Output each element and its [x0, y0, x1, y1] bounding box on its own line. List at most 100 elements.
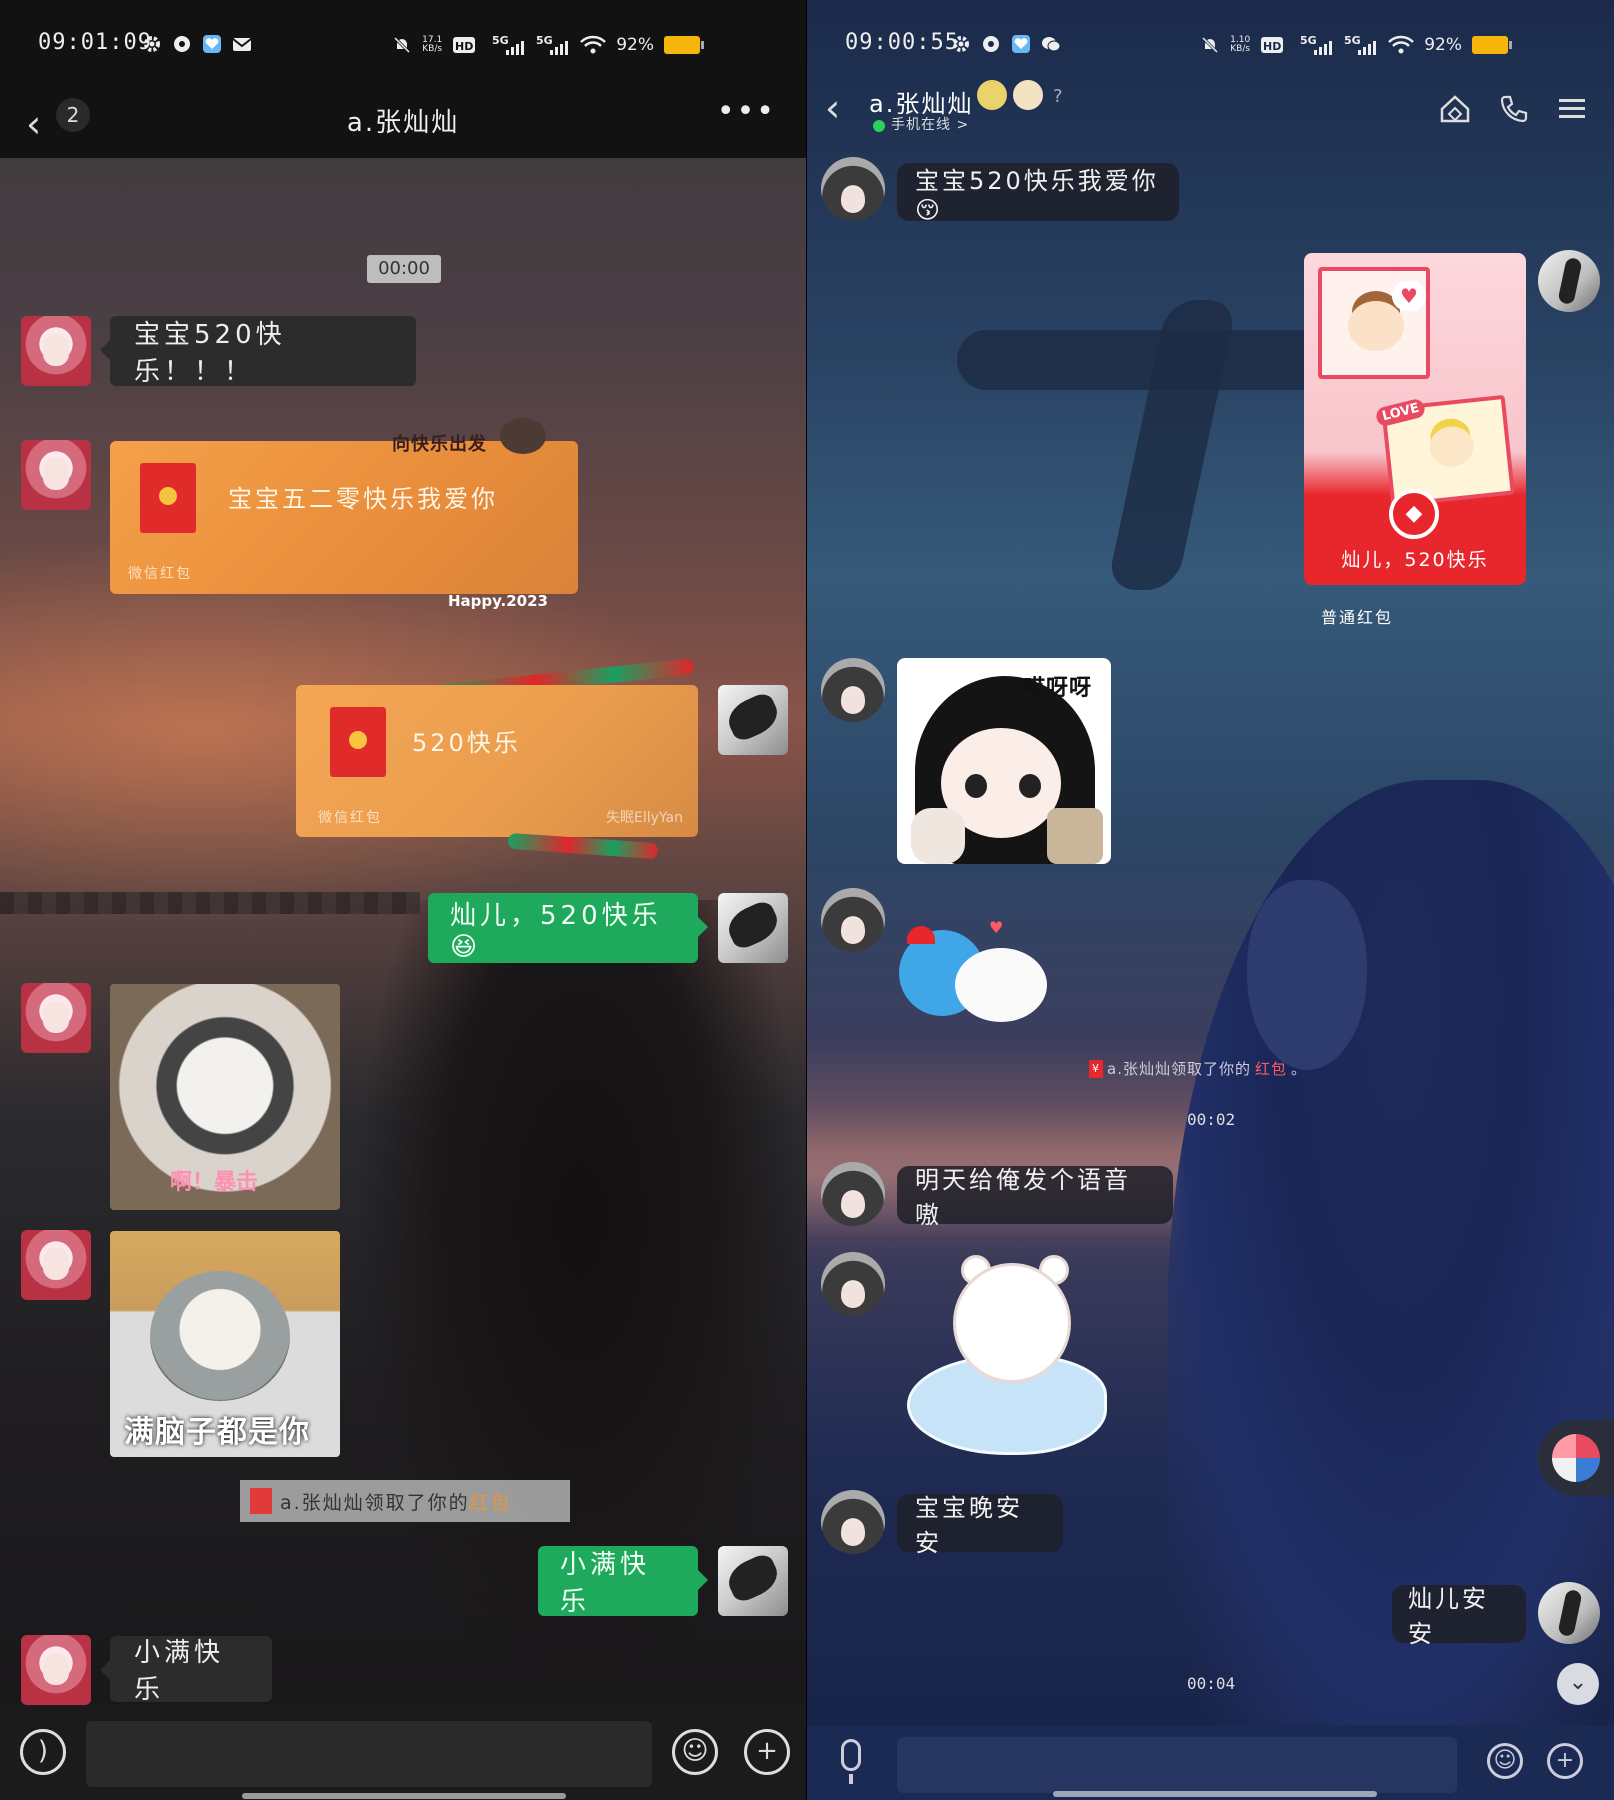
scroll-down-icon[interactable]: ⌄	[1557, 1663, 1599, 1705]
status-left-icons	[951, 34, 1061, 54]
sticker-caption: 啊！暴击	[170, 1170, 259, 1195]
red-packet-received-notice: ¥ a.张灿灿领取了你的 红包。	[1089, 1058, 1307, 1079]
contact-avatar[interactable]	[21, 983, 91, 1053]
widget-icon[interactable]	[1552, 1434, 1600, 1482]
contact-avatar[interactable]	[21, 316, 91, 386]
white-blob-sticker[interactable]	[955, 948, 1047, 1022]
online-status[interactable]: 手机在线 >	[891, 114, 969, 134]
sticker-bear-body	[953, 1263, 1071, 1383]
wifi-icon	[580, 35, 607, 54]
sent-message-bubble[interactable]: 小满快乐	[538, 1546, 708, 1617]
contact-avatar[interactable]	[21, 1635, 91, 1705]
my-avatar[interactable]	[718, 893, 788, 963]
split-screenshot: 09:01:09 17.1 KB/s HD 5G 5G 92% ‹ 2 a.张灿灿	[0, 0, 1614, 1800]
bear-badge-icon[interactable]	[1013, 80, 1043, 110]
wifi-icon	[1388, 35, 1415, 54]
sent-message-bubble[interactable]: 灿儿安安	[1392, 1585, 1526, 1648]
my-avatar[interactable]	[1538, 1582, 1600, 1644]
battery-icon	[1472, 36, 1512, 54]
wechat-chat-panel: 09:01:09 17.1 KB/s HD 5G 5G 92% ‹ 2 a.张灿灿	[0, 0, 806, 1800]
qq-chat-panel: 09:00:55 1.10KB/s HD 5G 5G 92% ‹ a.张灿灿	[807, 0, 1614, 1800]
my-avatar[interactable]	[1538, 250, 1600, 312]
voice-icon[interactable]: )	[20, 1729, 66, 1775]
sleeping-bear-sticker[interactable]	[907, 1255, 1107, 1465]
svg-text:HD: HD	[455, 40, 473, 53]
emoji-icon[interactable]: ☺	[672, 1729, 718, 1775]
red-packet-card[interactable]: 宝宝五二零快乐我爱你 微信红包	[110, 441, 578, 594]
notice-text: a.张灿灿领取了你的	[280, 1491, 470, 1514]
contact-avatar[interactable]	[21, 1230, 91, 1300]
mail-icon	[232, 38, 252, 51]
raccoon-decoration	[500, 418, 546, 454]
ear-icon[interactable]: ?	[1053, 86, 1063, 107]
phone-icon[interactable]	[1499, 94, 1529, 124]
chat-header: ‹ a.张灿灿 ? 手机在线 >	[807, 80, 1614, 152]
home-shield-icon[interactable]	[1439, 94, 1471, 124]
frog-badge-icon[interactable]	[977, 80, 1007, 110]
my-avatar[interactable]	[718, 1546, 788, 1616]
emoji-icon[interactable]: ☺	[1487, 1743, 1523, 1779]
plus-icon[interactable]: +	[744, 1729, 790, 1775]
menu-icon[interactable]	[1557, 94, 1587, 124]
crying-girl-sticker[interactable]: 哎呀呀	[897, 658, 1111, 864]
gear-icon	[144, 36, 160, 52]
red-packet-type: 微信红包	[128, 566, 192, 582]
message-bubble[interactable]: 宝宝520快乐我爱你😚	[897, 163, 1179, 224]
input-bar: ) ☺ +	[0, 1705, 806, 1800]
app-icon	[983, 36, 999, 52]
contact-avatar[interactable]	[21, 440, 91, 510]
contact-avatar[interactable]	[821, 1252, 885, 1316]
hd-icon: HD	[1261, 37, 1284, 53]
notice-end: 。	[1290, 1060, 1307, 1078]
back-chevron-icon[interactable]: ‹	[825, 86, 840, 130]
contact-avatar[interactable]	[821, 1490, 885, 1554]
notice-link[interactable]: 红包	[470, 1488, 512, 1515]
message-timestamp: 00:04	[1187, 1674, 1236, 1693]
status-bar: 09:01:09 17.1 KB/s HD 5G 5G 92%	[0, 0, 806, 90]
red-packet-card-sent[interactable]: ♥ LOVE ◆ 灿儿，520快乐	[1304, 253, 1526, 585]
message-bubble[interactable]: 宝宝520快乐！！！	[100, 316, 416, 387]
status-time: 09:01:09	[38, 30, 152, 55]
red-packet-icon: ¥	[1089, 1059, 1103, 1078]
message-bubble[interactable]: 小满快乐	[100, 1636, 272, 1705]
message-input[interactable]	[86, 1721, 652, 1787]
my-avatar[interactable]	[718, 685, 788, 755]
red-packet-decoration-year: Happy.2023	[448, 592, 548, 610]
heart-app-icon	[1012, 35, 1030, 53]
home-indicator[interactable]	[1053, 1791, 1377, 1797]
heart-icon: ♥	[989, 918, 1004, 937]
mute-bell-icon	[394, 36, 411, 54]
message-input[interactable]	[897, 1737, 1457, 1793]
wechat-icon	[1042, 37, 1061, 52]
sent-message-bubble[interactable]: 灿儿，520快乐😆	[428, 893, 708, 963]
notice-link[interactable]: 红包	[1255, 1058, 1287, 1079]
contact-avatar[interactable]	[821, 157, 885, 221]
message-bubble[interactable]: 宝宝晚安安	[897, 1494, 1063, 1557]
signal-5g-icon-2: 5G	[1344, 34, 1377, 55]
microphone-icon[interactable]	[841, 1739, 861, 1784]
contact-avatar[interactable]	[821, 1162, 885, 1226]
message-timestamp: 00:02	[1187, 1110, 1236, 1129]
mute-bell-icon	[1202, 36, 1219, 54]
plus-icon[interactable]: +	[1547, 1743, 1583, 1779]
more-options-icon[interactable]: •••	[717, 94, 776, 129]
message-bubble[interactable]: 明天给俺发个语音嗷	[897, 1166, 1173, 1229]
sticker-coat	[1047, 808, 1103, 864]
svg-text:HD: HD	[1263, 40, 1281, 53]
sticker-hand	[911, 808, 965, 864]
floating-widget[interactable]	[1538, 1420, 1614, 1496]
heart-icon: ♥	[1392, 281, 1426, 311]
app-icon	[174, 36, 190, 52]
contact-avatar[interactable]	[821, 658, 885, 722]
cover-credit: 失眠EllyYan	[606, 810, 683, 826]
red-envelope-icon	[330, 707, 386, 777]
sticker-caption: 满脑子都是你	[124, 1415, 310, 1450]
cat-sticker[interactable]: 啊！暴击	[110, 984, 340, 1210]
status-time: 09:00:55	[845, 30, 959, 55]
svg-text:5G: 5G	[492, 34, 509, 47]
contact-avatar[interactable]	[821, 888, 885, 952]
status-right-icons: 17.1 KB/s HD 5G 5G 92%	[392, 34, 704, 56]
cat-sticker[interactable]: 满脑子都是你	[110, 1231, 340, 1457]
home-indicator[interactable]	[242, 1793, 566, 1799]
red-packet-card-sent[interactable]: 520快乐 微信红包 失眠EllyYan	[296, 685, 698, 837]
